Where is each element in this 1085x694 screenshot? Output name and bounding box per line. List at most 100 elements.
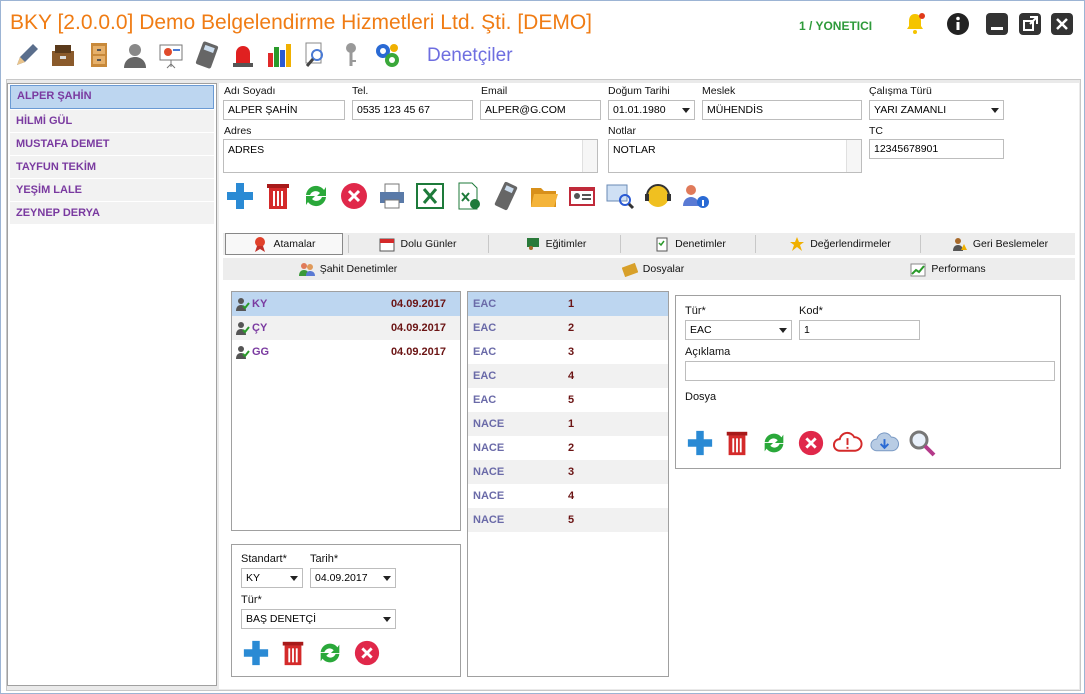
cancel-icon[interactable] <box>337 179 370 212</box>
table-row[interactable]: NACE 3 <box>468 460 668 484</box>
delete-icon[interactable] <box>261 179 294 212</box>
tab-dolu-gunler[interactable]: Dolu Günler <box>353 233 483 255</box>
tab-performans[interactable]: Performans <box>823 258 1073 280</box>
users-icon <box>298 261 315 277</box>
table-row[interactable]: NACE 4 <box>468 484 668 508</box>
auditor-list-item[interactable]: HİLMİ GÜL <box>10 110 214 132</box>
code-value: 4 <box>568 490 575 502</box>
close-icon[interactable] <box>1049 11 1075 37</box>
document-search-icon[interactable] <box>299 39 331 71</box>
cloud-download-icon[interactable] <box>869 427 900 458</box>
tab-denetimler[interactable]: Denetimler <box>625 233 755 255</box>
table-row[interactable]: EAC 1 <box>468 292 668 316</box>
scrollbar[interactable] <box>846 140 861 172</box>
user-check-icon <box>234 320 250 336</box>
excel-icon[interactable] <box>413 179 446 212</box>
auditor-list-item[interactable]: ZEYNEP DERYA <box>10 202 214 224</box>
assignment-standard: ÇY <box>252 322 268 334</box>
key-icon[interactable] <box>335 39 367 71</box>
scrollbar[interactable] <box>582 140 597 172</box>
minimize-icon[interactable] <box>984 11 1010 37</box>
id-card-icon[interactable] <box>565 179 598 212</box>
gears-icon[interactable] <box>371 39 403 71</box>
name-field[interactable]: ALPER ŞAHİN <box>223 100 345 120</box>
work-type-select[interactable]: YARI ZAMANLI <box>869 100 1004 120</box>
list-item[interactable]: KY 04.09.2017 <box>232 292 460 316</box>
cancel-icon[interactable] <box>795 427 826 458</box>
tab-geri-beslemeler[interactable]: Geri Beslemeler <box>925 233 1075 255</box>
table-row[interactable]: NACE 5 <box>468 508 668 532</box>
users-info-icon[interactable] <box>679 179 712 212</box>
auditor-list-item[interactable]: ALPER ŞAHİN <box>10 85 214 109</box>
delete-icon[interactable] <box>721 427 752 458</box>
email-field[interactable]: ALPER@G.COM <box>480 100 601 120</box>
add-icon[interactable] <box>684 427 715 458</box>
info-icon[interactable] <box>945 11 971 37</box>
table-row[interactable]: EAC 2 <box>468 316 668 340</box>
tab-sahit-denetimler[interactable]: Şahit Denetimler <box>223 258 473 280</box>
tc-field[interactable]: 12345678901 <box>869 139 1004 159</box>
pen-icon[interactable] <box>11 39 43 71</box>
notes-textarea[interactable]: NOTLAR <box>608 139 862 173</box>
person-icon[interactable] <box>119 39 151 71</box>
tab-label: Geri Beslemeler <box>972 238 1049 250</box>
file-cabinet-icon[interactable] <box>83 39 115 71</box>
address-textarea[interactable]: ADRES <box>223 139 598 173</box>
description-field[interactable] <box>685 361 1055 381</box>
bell-icon[interactable] <box>902 11 928 37</box>
alarm-light-icon[interactable] <box>227 39 259 71</box>
cancel-icon[interactable] <box>351 637 382 668</box>
standard-select[interactable]: KY <box>241 568 303 588</box>
calculator-icon[interactable] <box>191 39 223 71</box>
app-window: BKY [2.0.0.0] Demo Belgelendirme Hizmetl… <box>0 0 1085 694</box>
folder-open-icon[interactable] <box>527 179 560 212</box>
presentation-icon[interactable] <box>155 39 187 71</box>
list-item[interactable]: GG 04.09.2017 <box>232 340 460 364</box>
support-headset-icon[interactable] <box>641 179 674 212</box>
list-item[interactable]: ÇY 04.09.2017 <box>232 316 460 340</box>
code-value: 1 <box>568 418 575 430</box>
bar-chart-icon[interactable] <box>263 39 295 71</box>
refresh-icon[interactable] <box>314 637 345 668</box>
tab-degerlendirmeler[interactable]: Değerlendirmeler <box>760 233 920 255</box>
excel-export-icon[interactable] <box>451 179 484 212</box>
code-field[interactable]: 1 <box>799 320 920 340</box>
popout-icon[interactable] <box>1017 11 1043 37</box>
job-field[interactable]: MÜHENDİS <box>702 100 862 120</box>
refresh-icon[interactable] <box>299 179 332 212</box>
add-icon[interactable] <box>223 179 256 212</box>
chevron-down-icon <box>383 617 391 622</box>
email-label: Email <box>481 85 508 97</box>
tab-egitimler[interactable]: Eğitimler <box>493 233 618 255</box>
detail-panel: Adı Soyadı Tel. Email Doğum Tarihi Mesle… <box>219 83 1079 689</box>
refresh-icon[interactable] <box>758 427 789 458</box>
code-form-buttons <box>684 427 937 458</box>
magnifier-icon[interactable] <box>906 427 937 458</box>
calculator-icon[interactable] <box>489 179 522 212</box>
cloud-error-icon[interactable] <box>832 427 863 458</box>
tab-dosyalar[interactable]: Dosyalar <box>523 258 783 280</box>
delete-icon[interactable] <box>277 637 308 668</box>
table-row[interactable]: EAC 5 <box>468 388 668 412</box>
auditor-list-item[interactable]: TAYFUN TEKİM <box>10 156 214 178</box>
code-type: EAC <box>473 394 497 406</box>
code-type: NACE <box>473 466 505 478</box>
print-icon[interactable] <box>375 179 408 212</box>
table-row[interactable]: NACE 1 <box>468 412 668 436</box>
table-row[interactable]: NACE 2 <box>468 436 668 460</box>
date-select[interactable]: 04.09.2017 <box>310 568 396 588</box>
auditor-list-item[interactable]: MUSTAFA DEMET <box>10 133 214 155</box>
code-type: EAC <box>473 322 497 334</box>
table-row[interactable]: EAC 3 <box>468 340 668 364</box>
table-row[interactable]: EAC 4 <box>468 364 668 388</box>
tab-atamalar[interactable]: Atamalar <box>225 233 343 255</box>
archive-box-icon[interactable] <box>47 39 79 71</box>
phone-field[interactable]: 0535 123 45 67 <box>352 100 473 120</box>
auditor-list-item[interactable]: YEŞİM LALE <box>10 179 214 201</box>
role-select[interactable]: BAŞ DENETÇİ <box>241 609 396 629</box>
calendar-icon <box>379 236 395 252</box>
code-type-select[interactable]: EAC <box>685 320 792 340</box>
add-icon[interactable] <box>240 637 271 668</box>
birth-date-select[interactable]: 01.01.1980 <box>608 100 695 120</box>
chat-search-icon[interactable] <box>603 179 636 212</box>
